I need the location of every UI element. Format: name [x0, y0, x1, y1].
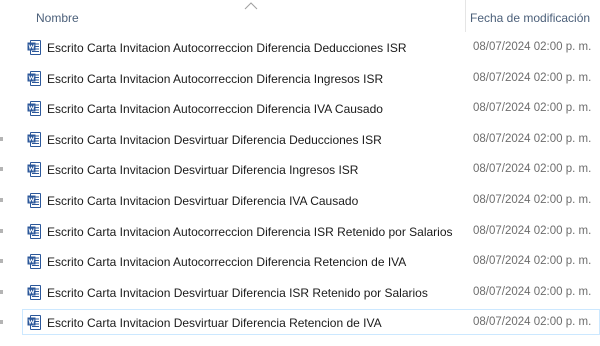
word-document-icon: [27, 254, 41, 270]
file-row[interactable]: Escrito Carta Invitacion Desvirtuar Dife…: [0, 154, 600, 185]
file-date-modified: 08/07/2024 02:00 p. m.: [473, 255, 592, 268]
file-row[interactable]: Escrito Carta Invitacion Autocorreccion …: [0, 93, 600, 124]
file-row[interactable]: Escrito Carta Invitacion Autocorreccion …: [0, 216, 600, 247]
column-header-name[interactable]: Nombre: [36, 11, 79, 25]
file-name[interactable]: Escrito Carta Invitacion Autocorreccion …: [47, 255, 406, 269]
file-row[interactable]: Escrito Carta Invitacion Autocorreccion …: [0, 246, 600, 277]
file-row[interactable]: Escrito Carta Invitacion Autocorreccion …: [0, 63, 600, 94]
sort-ascending-icon[interactable]: [244, 2, 258, 10]
file-row[interactable]: Escrito Carta Invitacion Desvirtuar Dife…: [0, 277, 600, 308]
file-date-modified: 08/07/2024 02:00 p. m.: [473, 132, 592, 145]
file-list: Escrito Carta Invitacion Autocorreccion …: [0, 32, 600, 338]
word-document-icon: [27, 284, 41, 300]
navigation-pane-edge-marker: [0, 320, 3, 325]
file-name[interactable]: Escrito Carta Invitacion Autocorreccion …: [47, 41, 407, 55]
file-date-modified: 08/07/2024 02:00 p. m.: [473, 163, 592, 176]
file-explorer-view: Nombre Fecha de modificación Escrito Car…: [0, 0, 600, 346]
file-name[interactable]: Escrito Carta Invitacion Desvirtuar Dife…: [47, 316, 382, 330]
file-date-modified: 08/07/2024 02:00 p. m.: [473, 224, 592, 237]
word-document-icon: [27, 223, 41, 239]
word-document-icon: [27, 70, 41, 86]
file-name[interactable]: Escrito Carta Invitacion Desvirtuar Dife…: [47, 133, 382, 147]
file-row[interactable]: Escrito Carta Invitacion Desvirtuar Dife…: [0, 185, 600, 216]
word-document-icon: [27, 131, 41, 147]
file-row[interactable]: Escrito Carta Invitacion Autocorreccion …: [0, 32, 600, 63]
file-row[interactable]: Escrito Carta Invitacion Desvirtuar Dife…: [0, 124, 600, 155]
file-name[interactable]: Escrito Carta Invitacion Autocorreccion …: [47, 102, 383, 116]
file-name[interactable]: Escrito Carta Invitacion Desvirtuar Dife…: [47, 286, 428, 300]
navigation-pane-edge-marker: [0, 136, 3, 141]
file-name[interactable]: Escrito Carta Invitacion Autocorreccion …: [47, 72, 383, 86]
file-name[interactable]: Escrito Carta Invitacion Autocorreccion …: [47, 225, 453, 239]
column-header-date-modified[interactable]: Fecha de modificación: [470, 11, 590, 25]
file-date-modified: 08/07/2024 02:00 p. m.: [473, 102, 592, 115]
navigation-pane-edge-marker: [0, 228, 3, 233]
file-name[interactable]: Escrito Carta Invitacion Desvirtuar Dife…: [47, 163, 358, 177]
file-date-modified: 08/07/2024 02:00 p. m.: [473, 193, 592, 206]
word-document-icon: [27, 101, 41, 117]
file-date-modified: 08/07/2024 02:00 p. m.: [473, 71, 592, 84]
file-date-modified: 08/07/2024 02:00 p. m.: [473, 316, 592, 329]
file-row[interactable]: Escrito Carta Invitacion Desvirtuar Dife…: [0, 307, 600, 338]
column-header-bar: Nombre Fecha de modificación: [0, 0, 600, 32]
column-divider[interactable]: [465, 0, 466, 32]
file-date-modified: 08/07/2024 02:00 p. m.: [473, 41, 592, 53]
file-name[interactable]: Escrito Carta Invitacion Desvirtuar Dife…: [47, 194, 358, 208]
word-document-icon: [27, 192, 41, 208]
navigation-pane-edge-marker: [0, 289, 3, 294]
word-document-icon: [27, 315, 41, 331]
navigation-pane-edge-marker: [0, 259, 3, 264]
word-document-icon: [27, 162, 41, 178]
file-date-modified: 08/07/2024 02:00 p. m.: [473, 285, 592, 298]
navigation-pane-edge-marker: [0, 197, 3, 202]
word-document-icon: [27, 40, 41, 55]
navigation-pane-edge-marker: [0, 167, 3, 172]
